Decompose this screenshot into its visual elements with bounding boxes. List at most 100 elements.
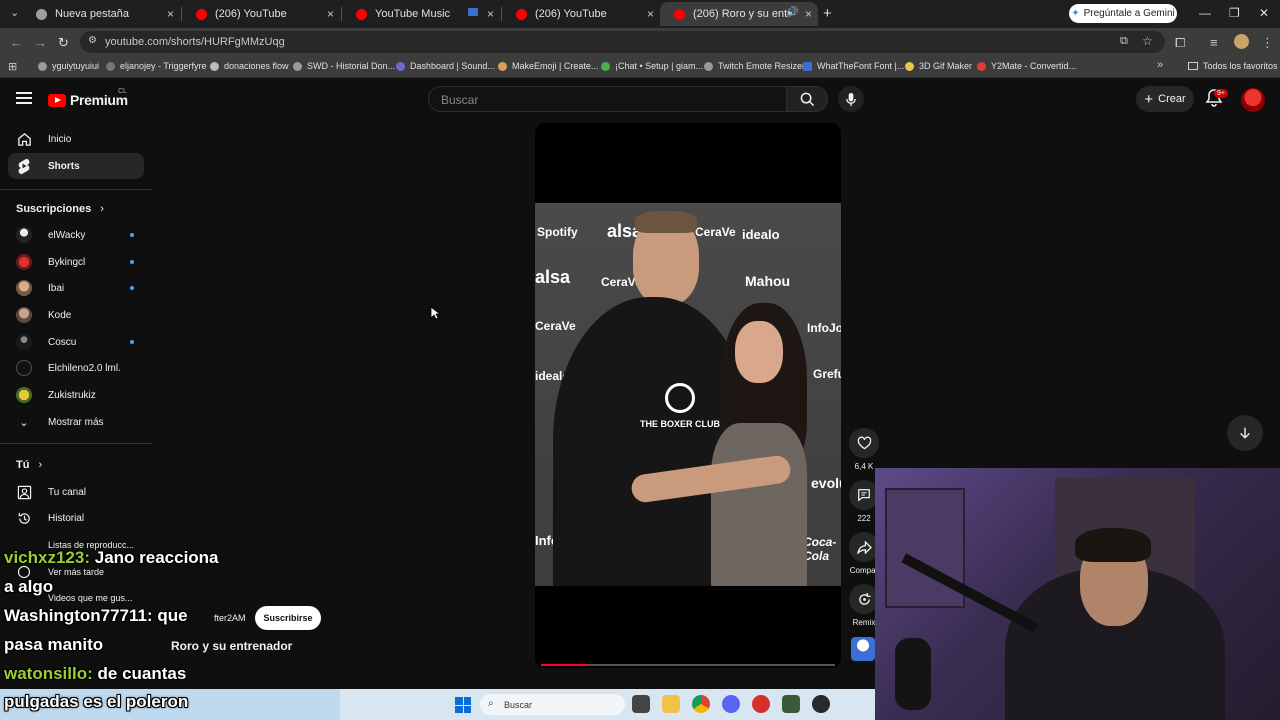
- windows-start-icon[interactable]: [455, 697, 471, 713]
- subscription-item[interactable]: Bykingcl: [8, 249, 144, 275]
- subscription-item[interactable]: Kode: [8, 302, 144, 328]
- chrome-menu-icon[interactable]: ⋮: [1261, 35, 1274, 51]
- close-window-button[interactable]: ✕: [1259, 6, 1269, 20]
- app-icon[interactable]: [782, 695, 800, 713]
- close-tab-icon[interactable]: ×: [327, 7, 334, 21]
- bookmark[interactable]: Y2Mate - Convertid...: [977, 61, 1076, 71]
- tab-youtube-2[interactable]: (206) YouTube ×: [502, 2, 660, 26]
- taskbar-search[interactable]: ⌕ Buscar: [480, 694, 625, 715]
- tab-title: (206) YouTube: [215, 8, 287, 20]
- obs-icon[interactable]: [812, 695, 830, 713]
- new-tab-button[interactable]: +: [823, 5, 832, 22]
- apps-icon[interactable]: ⊞: [8, 60, 17, 73]
- sidebar-item-history[interactable]: Historial: [8, 505, 144, 531]
- microphone-icon: [846, 92, 856, 106]
- share-icon: [856, 540, 872, 554]
- hamburger-menu-icon[interactable]: [16, 92, 32, 104]
- bookmark[interactable]: Twitch Emote Resizer: [704, 61, 805, 71]
- close-tab-icon[interactable]: ×: [805, 7, 812, 21]
- sidebar-item-shorts[interactable]: Shorts: [8, 153, 144, 179]
- more-bookmarks-icon[interactable]: »: [1157, 59, 1163, 71]
- short-channel-name[interactable]: fter2AM: [214, 613, 246, 623]
- bookmark-favicon: [803, 61, 812, 71]
- chat-username: Washington77711: [4, 606, 147, 625]
- subscription-item[interactable]: Elchileno2.0 lml.: [8, 355, 144, 381]
- task-view-icon[interactable]: [632, 695, 650, 713]
- extensions-icon[interactable]: ⧠: [1175, 35, 1185, 51]
- reload-icon[interactable]: ↻: [58, 35, 69, 51]
- shorts-player[interactable]: Spotify alsa CeraVe idealo alsa CeraVe M…: [535, 123, 841, 668]
- plus-icon: +: [1144, 90, 1154, 108]
- bookmark[interactable]: donaciones flow: [210, 61, 289, 71]
- subscription-item[interactable]: Zukistrukiz: [8, 382, 144, 408]
- file-explorer-icon[interactable]: [662, 695, 680, 713]
- tab-youtube-1[interactable]: (206) YouTube ×: [182, 2, 340, 26]
- forward-icon[interactable]: →: [34, 35, 47, 50]
- channel-avatar: [16, 254, 32, 270]
- show-more-button[interactable]: ⌄ Mostrar más: [8, 409, 144, 435]
- speaker-icon[interactable]: 🔊: [786, 7, 798, 18]
- cast-icon: [468, 8, 478, 16]
- close-tab-icon[interactable]: ×: [487, 7, 494, 21]
- bookmark[interactable]: 3D Gif Maker: [905, 61, 972, 71]
- tab-list-menu-icon[interactable]: ⌄: [10, 6, 19, 19]
- media-controls-icon[interactable]: ≡: [1210, 35, 1218, 50]
- short-video-frame: Spotify alsa CeraVe idealo alsa CeraVe M…: [535, 203, 841, 586]
- bookmark[interactable]: ¡Chat • Setup | giam...: [601, 61, 703, 71]
- tab-active-short[interactable]: (206) Roro y su entrenador 🔊 ×: [660, 2, 818, 26]
- sidebar-item-inicio[interactable]: Inicio: [8, 126, 144, 152]
- bookmark[interactable]: MakeEmoji | Create...: [498, 61, 598, 71]
- back-icon[interactable]: ←: [10, 35, 23, 50]
- globe-icon: [293, 61, 302, 71]
- create-button[interactable]: + Crear: [1136, 86, 1194, 112]
- account-avatar[interactable]: [1241, 88, 1265, 112]
- discord-icon[interactable]: [722, 695, 740, 713]
- minimize-button[interactable]: —: [1199, 6, 1211, 20]
- search-icon: [800, 92, 814, 106]
- subscription-item[interactable]: Ibai: [8, 275, 144, 301]
- bookmark[interactable]: yguiytuyuiui: [38, 61, 99, 71]
- install-app-icon[interactable]: ⧉: [1120, 35, 1128, 48]
- chat-message: vichxz123: Jano reacciona: [4, 548, 219, 567]
- webcam-person-hair: [1075, 528, 1151, 562]
- bookmark[interactable]: eljanojey - Triggerfyre: [106, 61, 207, 71]
- tab-title: YouTube Music: [375, 8, 451, 20]
- like-button[interactable]: [849, 428, 879, 458]
- bookmark-favicon: [498, 61, 507, 71]
- tab-new-tab[interactable]: Nueva pestaña ×: [22, 2, 180, 26]
- subscription-item[interactable]: elWacky: [8, 222, 144, 248]
- bookmark-star-icon[interactable]: ☆: [1142, 34, 1153, 48]
- chat-username: vichxz123: [4, 548, 85, 567]
- next-short-button[interactable]: [1227, 415, 1263, 451]
- site-info-icon[interactable]: ⚙: [88, 35, 97, 46]
- sound-avatar[interactable]: [851, 637, 875, 661]
- close-tab-icon[interactable]: ×: [167, 7, 174, 21]
- voice-search-button[interactable]: [838, 86, 864, 112]
- chrome-icon[interactable]: [692, 695, 710, 713]
- you-heading[interactable]: Tú ›: [16, 459, 42, 471]
- bookmark[interactable]: WhatTheFont Font |...: [803, 61, 904, 71]
- search-button[interactable]: [786, 86, 828, 112]
- url-input[interactable]: ⚙ youtube.com/shorts/HURFgMMzUqg ⧉ ☆: [80, 31, 1165, 53]
- address-bar-row: ← → ↻ ⚙ youtube.com/shorts/HURFgMMzUqg ⧉…: [0, 28, 1280, 56]
- bookmark[interactable]: Dashboard | Sound...: [396, 61, 495, 71]
- sidebar-item-your-channel[interactable]: Tu canal: [8, 479, 144, 505]
- youtube-premium-logo[interactable]: Premium CL: [48, 88, 128, 108]
- subscription-item[interactable]: Coscu: [8, 329, 144, 355]
- restore-button[interactable]: ❐: [1229, 6, 1240, 20]
- person-woman-face: [735, 321, 783, 383]
- tab-youtube-music[interactable]: YouTube Music ×: [342, 2, 500, 26]
- close-tab-icon[interactable]: ×: [647, 7, 654, 21]
- tab-title: Nueva pestaña: [55, 8, 129, 20]
- profile-icon[interactable]: [1234, 34, 1249, 49]
- video-progress-bar[interactable]: [541, 664, 835, 666]
- subscriptions-heading[interactable]: Suscripciones ›: [16, 203, 104, 215]
- bookmark[interactable]: SWD - Historial Don...: [293, 61, 395, 71]
- search-input[interactable]: Buscar: [428, 86, 787, 112]
- youtube-icon: [674, 8, 685, 20]
- streamer-webcam: [875, 468, 1280, 720]
- subscribe-button[interactable]: Suscribirse: [255, 606, 321, 630]
- gemini-button[interactable]: ✦ Pregúntale a Gemini: [1069, 4, 1177, 23]
- app-icon[interactable]: [752, 695, 770, 713]
- all-bookmarks[interactable]: Todos los favoritos: [1188, 61, 1278, 71]
